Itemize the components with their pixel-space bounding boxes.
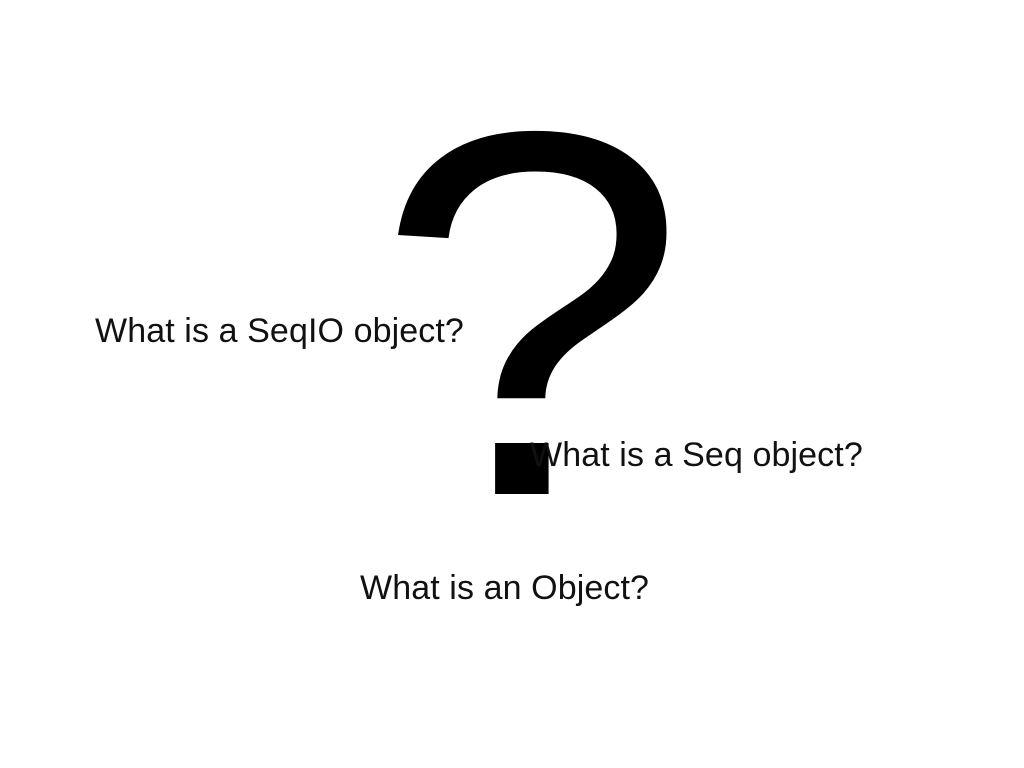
question-seq-object: What is a Seq object?: [530, 436, 863, 474]
question-what-is-object: What is an Object?: [360, 569, 650, 607]
slide-canvas: ? What is a SeqIO object? What is a Seq …: [0, 0, 1024, 768]
question-seqio-object: What is a SeqIO object?: [95, 312, 464, 350]
